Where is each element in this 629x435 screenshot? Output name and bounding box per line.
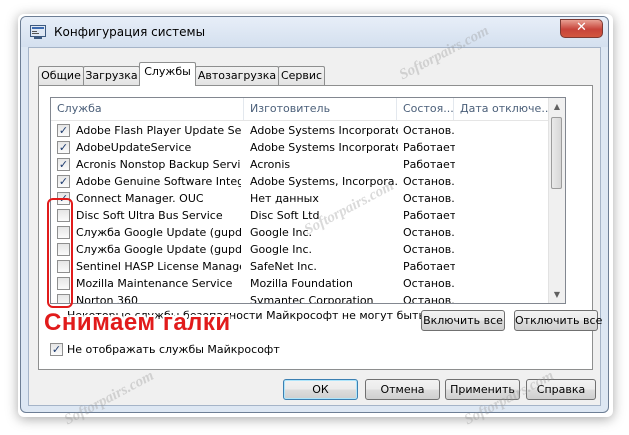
cell-vendor: Adobe Systems Incorporated — [250, 141, 398, 154]
cell-service: AdobeUpdateService — [76, 141, 192, 154]
cell-vendor: Нет данных — [250, 192, 319, 205]
cell-service: Sentinel HASP License Manager — [76, 260, 241, 273]
list-header: Служба Изготовитель Состоя... Дата отклю… — [51, 98, 565, 121]
msconfig-window: Конфигурация системы ✕ Общие Загрузка Сл… — [20, 16, 609, 413]
column-header-status[interactable]: Состоя... — [397, 98, 454, 120]
cancel-button[interactable]: Отмена — [365, 379, 440, 400]
tab-startup[interactable]: Автозагрузка — [195, 66, 279, 85]
apply-button[interactable]: Применить — [445, 379, 520, 400]
cell-vendor: Symantec Corporation — [250, 294, 374, 304]
annotation-label: Снимаем галки — [44, 309, 231, 336]
checkmark-icon: ✓ — [58, 141, 69, 154]
tab-general[interactable]: Общие — [38, 66, 84, 85]
cell-status: Останов... — [403, 175, 455, 188]
cell-vendor: Mozilla Foundation — [250, 277, 353, 290]
cell-status: Останов... — [403, 294, 455, 304]
checkmark-icon: ✓ — [58, 124, 69, 137]
msconfig-icon — [30, 25, 46, 39]
service-checkbox[interactable]: ✓ — [57, 175, 70, 188]
table-row[interactable]: Mozilla Maintenance Service Mozilla Found… — [51, 275, 565, 292]
help-button[interactable]: Справка — [526, 379, 596, 400]
services-list[interactable]: Служба Изготовитель Состоя... Дата отклю… — [50, 97, 566, 304]
vertical-scrollbar[interactable]: ▲ ▼ — [548, 98, 565, 303]
table-row[interactable]: Disc Soft Ultra Bus Service Disc Soft Ltd… — [51, 207, 565, 224]
cell-service: Disc Soft Ultra Bus Service — [76, 209, 223, 222]
disable-all-button[interactable]: Отключить все — [514, 310, 602, 331]
tab-tools[interactable]: Сервис — [278, 66, 325, 85]
table-row[interactable]: ✓ AdobeUpdateService Adobe Systems Incorpo… — [51, 139, 565, 156]
table-row[interactable]: Sentinel HASP License Manager SafeNet Inc… — [51, 258, 565, 275]
highlight-unchecked-boxes — [47, 198, 73, 308]
cell-service: Служба Google Update (gupdatem) — [76, 243, 241, 256]
cell-vendor: Disc Soft Ltd — [250, 209, 320, 222]
scroll-thumb[interactable] — [551, 117, 562, 189]
close-button[interactable]: ✕ — [560, 19, 603, 38]
cell-service: Norton 360 — [76, 294, 138, 304]
table-row[interactable]: ✓ Adobe Flash Player Update Service Adobe … — [51, 122, 565, 139]
checkmark-icon: ✓ — [51, 343, 62, 356]
table-row[interactable]: Служба Google Update (gupdatem) Google In… — [51, 241, 565, 258]
cell-vendor: Google Inc. — [250, 226, 313, 239]
service-checkbox[interactable]: ✓ — [57, 124, 70, 137]
column-header-vendor[interactable]: Изготовитель — [244, 98, 397, 120]
cell-service: Служба Google Update (gupdate) — [76, 226, 241, 239]
close-icon: ✕ — [576, 20, 587, 35]
tab-services[interactable]: Службы — [139, 62, 196, 86]
cell-status: Останов... — [403, 124, 455, 137]
service-checkbox[interactable]: ✓ — [57, 141, 70, 154]
service-checkbox[interactable]: ✓ — [57, 158, 70, 171]
cell-status: Работает — [403, 260, 455, 273]
cell-vendor: Adobe Systems, Incorpora... — [250, 175, 398, 188]
cell-status: Работает — [403, 141, 455, 154]
cell-status: Работает — [403, 209, 455, 222]
table-row[interactable]: ✓ Acronis Nonstop Backup Service Acronis Ра… — [51, 156, 565, 173]
window-title: Конфигурация системы — [54, 25, 206, 39]
cell-service: Acronis Nonstop Backup Service — [76, 158, 241, 171]
cell-status: Работает — [403, 158, 455, 171]
cell-vendor: SafeNet Inc. — [250, 260, 317, 273]
cell-service: Adobe Flash Player Update Service — [76, 124, 241, 137]
hide-ms-services-label[interactable]: Не отображать службы Майкрософт — [67, 343, 280, 356]
scroll-up-icon[interactable]: ▲ — [549, 98, 565, 115]
tab-boot[interactable]: Загрузка — [83, 66, 140, 85]
checkmark-icon: ✓ — [58, 158, 69, 171]
cell-status: Останов... — [403, 192, 455, 205]
cell-status: Останов... — [403, 226, 455, 239]
checkmark-icon: ✓ — [58, 175, 69, 188]
column-header-disabled-date[interactable]: Дата отключе... — [454, 98, 551, 120]
ok-button[interactable]: ОК — [283, 379, 358, 400]
table-row[interactable]: Служба Google Update (gupdate) Google Inc… — [51, 224, 565, 241]
table-row[interactable]: ✓Connect Manager. OUCНет данныхОстанов..… — [51, 190, 565, 207]
cell-vendor: Acronis — [250, 158, 291, 171]
cell-service: Mozilla Maintenance Service — [76, 277, 233, 290]
title-bar[interactable]: Конфигурация системы ✕ — [21, 17, 608, 47]
cell-service: Adobe Genuine Software Integri... — [76, 175, 241, 188]
hide-ms-services-checkbox[interactable]: ✓ — [50, 343, 63, 356]
table-row[interactable]: ✓ Adobe Genuine Software Integri... Adobe … — [51, 173, 565, 190]
scroll-down-icon[interactable]: ▼ — [549, 286, 565, 303]
enable-all-button[interactable]: Включить все — [421, 310, 505, 331]
cell-service: Connect Manager. OUC — [76, 192, 204, 205]
cell-status: Останов... — [403, 243, 455, 256]
dialog-client: Общие Загрузка Службы Автозагрузка Серви… — [28, 47, 602, 406]
column-header-service[interactable]: Служба — [51, 98, 244, 120]
cell-status: Останов... — [403, 277, 455, 290]
cell-vendor: Google Inc. — [250, 243, 313, 256]
table-row[interactable]: Norton 360 Symantec Corporation Останов... — [51, 292, 565, 304]
cell-vendor: Adobe Systems Incorporated — [250, 124, 398, 137]
